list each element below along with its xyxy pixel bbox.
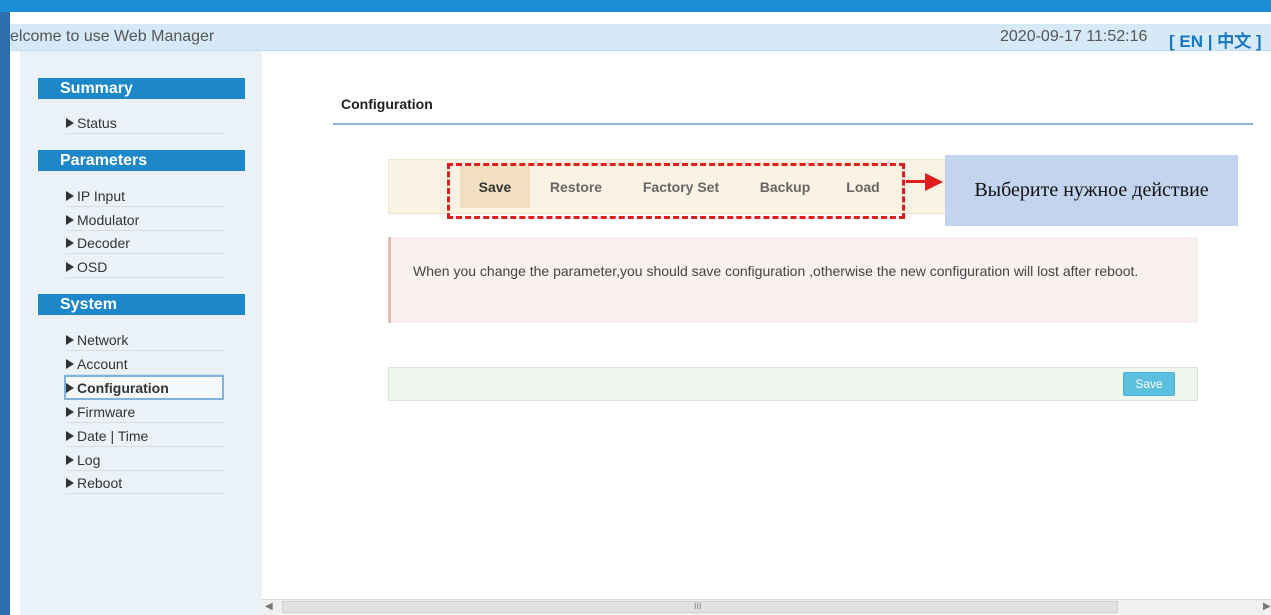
save-button[interactable]: Save bbox=[1123, 372, 1175, 396]
page-title: Configuration bbox=[341, 96, 433, 112]
nav-item-decoder[interactable]: Decoder bbox=[66, 232, 224, 254]
scroll-left-icon[interactable]: ◀ bbox=[265, 601, 273, 612]
welcome-text: elcome to use Web Manager bbox=[10, 28, 215, 45]
triangle-right-icon bbox=[66, 478, 74, 488]
annotation-callout: Выберите нужное действие bbox=[945, 155, 1238, 226]
title-divider bbox=[333, 123, 1253, 125]
notice-text: When you change the parameter,you should… bbox=[413, 263, 1139, 279]
left-window-edge bbox=[0, 12, 10, 615]
triangle-right-icon bbox=[66, 359, 74, 369]
triangle-right-icon bbox=[66, 455, 74, 465]
save-bar bbox=[388, 367, 1198, 401]
nav-item-date-time[interactable]: Date | Time bbox=[66, 425, 224, 447]
nav-item-log[interactable]: Log bbox=[66, 449, 224, 471]
nav-item-firmware[interactable]: Firmware bbox=[66, 401, 224, 423]
triangle-right-icon bbox=[66, 407, 74, 417]
nav-item-configuration[interactable]: Configuration bbox=[64, 375, 224, 400]
language-switcher[interactable]: [ EN | 中文 ] bbox=[1169, 27, 1262, 52]
nav-item-reboot[interactable]: Reboot bbox=[66, 472, 224, 494]
nav-item-modulator[interactable]: Modulator bbox=[66, 209, 224, 231]
triangle-right-icon bbox=[66, 431, 74, 441]
annotation-dashed-box bbox=[447, 163, 905, 219]
triangle-right-icon bbox=[66, 262, 74, 272]
scrollbar-grip: III bbox=[694, 601, 702, 611]
triangle-right-icon bbox=[66, 215, 74, 225]
triangle-right-icon bbox=[66, 191, 74, 201]
triangle-right-icon bbox=[66, 335, 74, 345]
annotation-arrow-line bbox=[906, 180, 926, 183]
section-parameters: Parameters bbox=[38, 150, 245, 171]
nav-item-ip-input[interactable]: IP Input bbox=[66, 185, 224, 207]
triangle-right-icon bbox=[66, 383, 74, 393]
section-summary: Summary bbox=[38, 78, 245, 99]
triangle-right-icon bbox=[66, 238, 74, 248]
scroll-right-icon[interactable]: ▶ bbox=[1263, 601, 1271, 612]
arrow-right-icon bbox=[925, 173, 943, 191]
nav-item-account[interactable]: Account bbox=[66, 353, 224, 375]
nav-item-osd[interactable]: OSD bbox=[66, 256, 224, 278]
datetime-display: 2020-09-17 11:52:16 bbox=[1000, 28, 1148, 45]
section-system: System bbox=[38, 294, 245, 315]
nav-item-network[interactable]: Network bbox=[66, 329, 224, 351]
top-bar bbox=[0, 0, 1271, 12]
triangle-right-icon bbox=[66, 118, 74, 128]
nav-item-status[interactable]: Status bbox=[66, 112, 224, 134]
